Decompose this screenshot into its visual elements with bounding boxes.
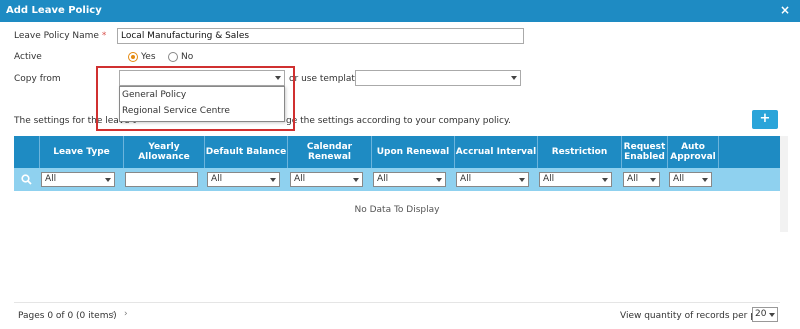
col-default-balance[interactable]: Default Balance bbox=[204, 136, 287, 168]
active-label: Active bbox=[14, 52, 42, 62]
chevron-down-icon bbox=[353, 178, 359, 182]
filter-accrual-interval[interactable]: All bbox=[456, 172, 529, 187]
filter-row: All All All All All All All All bbox=[14, 168, 780, 191]
filter-calendar-renewal[interactable]: All bbox=[290, 172, 363, 187]
policy-name-label: Leave Policy Name * bbox=[14, 31, 106, 41]
col-request-enabled[interactable]: Request Enabled bbox=[621, 136, 667, 168]
filter-yearly-allowance[interactable] bbox=[125, 172, 198, 187]
filter-restriction[interactable]: All bbox=[539, 172, 612, 187]
grid-header-spacer bbox=[14, 136, 39, 168]
info-text-right: ge the settings according to your compan… bbox=[286, 116, 511, 126]
policy-name-input[interactable]: Local Manufacturing & Sales bbox=[117, 28, 524, 44]
highlight-box bbox=[96, 66, 295, 131]
filter-restriction-value: All bbox=[543, 174, 555, 184]
vertical-scrollbar[interactable] bbox=[780, 136, 788, 232]
col-accrual-interval[interactable]: Accrual Interval bbox=[454, 136, 537, 168]
no-data-message: No Data To Display bbox=[354, 205, 440, 215]
filter-auto-approval-value: All bbox=[673, 174, 685, 184]
chevron-down-icon bbox=[702, 178, 708, 182]
filter-leave-type[interactable]: All bbox=[41, 172, 115, 187]
next-page-icon[interactable]: › bbox=[124, 309, 128, 319]
active-no-radio[interactable] bbox=[168, 52, 178, 62]
records-per-page-label: View quantity of records per page bbox=[620, 311, 773, 321]
or-use-template-label: or use template bbox=[289, 74, 361, 84]
pager-summary: Pages 0 of 0 (0 items) bbox=[18, 311, 117, 321]
chevron-down-icon bbox=[436, 178, 442, 182]
chevron-down-icon bbox=[105, 178, 111, 182]
col-yearly-allowance[interactable]: Yearly Allowance bbox=[123, 136, 204, 168]
filter-leave-type-value: All bbox=[45, 174, 57, 184]
active-yes-radio[interactable] bbox=[128, 52, 138, 62]
chevron-down-icon bbox=[769, 313, 775, 317]
footer-divider bbox=[14, 302, 780, 303]
dialog-title: Add Leave Policy bbox=[6, 5, 102, 16]
filter-request-enabled-value: All bbox=[627, 174, 639, 184]
col-auto-approval[interactable]: Auto Approval bbox=[667, 136, 718, 168]
records-per-page-select[interactable]: 20 bbox=[752, 307, 778, 322]
col-leave-type[interactable]: Leave Type bbox=[39, 136, 123, 168]
col-restriction[interactable]: Restriction bbox=[537, 136, 621, 168]
filter-upon-renewal-value: All bbox=[377, 174, 389, 184]
active-no-label: No bbox=[181, 52, 194, 62]
dialog-title-bar: Add Leave Policy × bbox=[0, 0, 800, 22]
grid-header: Leave Type Yearly Allowance Default Bala… bbox=[14, 136, 780, 168]
close-icon[interactable]: × bbox=[780, 3, 790, 17]
filter-calendar-renewal-value: All bbox=[294, 174, 306, 184]
records-per-page-value: 20 bbox=[755, 309, 767, 319]
copy-from-label: Copy from bbox=[14, 74, 61, 84]
col-calendar-renewal[interactable]: Calendar Renewal bbox=[287, 136, 371, 168]
required-mark: * bbox=[101, 31, 107, 41]
search-icon[interactable] bbox=[21, 174, 32, 185]
filter-default-balance[interactable]: All bbox=[207, 172, 280, 187]
chevron-down-icon bbox=[650, 178, 656, 182]
filter-upon-renewal[interactable]: All bbox=[373, 172, 446, 187]
filter-accrual-interval-value: All bbox=[460, 174, 472, 184]
filter-default-balance-value: All bbox=[211, 174, 223, 184]
policy-name-label-text: Leave Policy Name bbox=[14, 31, 99, 41]
col-actions bbox=[718, 136, 780, 168]
chevron-down-icon bbox=[270, 178, 276, 182]
prev-page-icon[interactable]: ‹ bbox=[111, 309, 115, 319]
template-select[interactable] bbox=[355, 70, 521, 86]
chevron-down-icon bbox=[602, 178, 608, 182]
active-yes-label: Yes bbox=[141, 52, 156, 62]
col-upon-renewal[interactable]: Upon Renewal bbox=[371, 136, 454, 168]
filter-request-enabled[interactable]: All bbox=[623, 172, 660, 187]
chevron-down-icon bbox=[511, 76, 517, 80]
add-leave-type-button[interactable]: + bbox=[752, 110, 778, 129]
chevron-down-icon bbox=[519, 178, 525, 182]
filter-auto-approval[interactable]: All bbox=[669, 172, 712, 187]
